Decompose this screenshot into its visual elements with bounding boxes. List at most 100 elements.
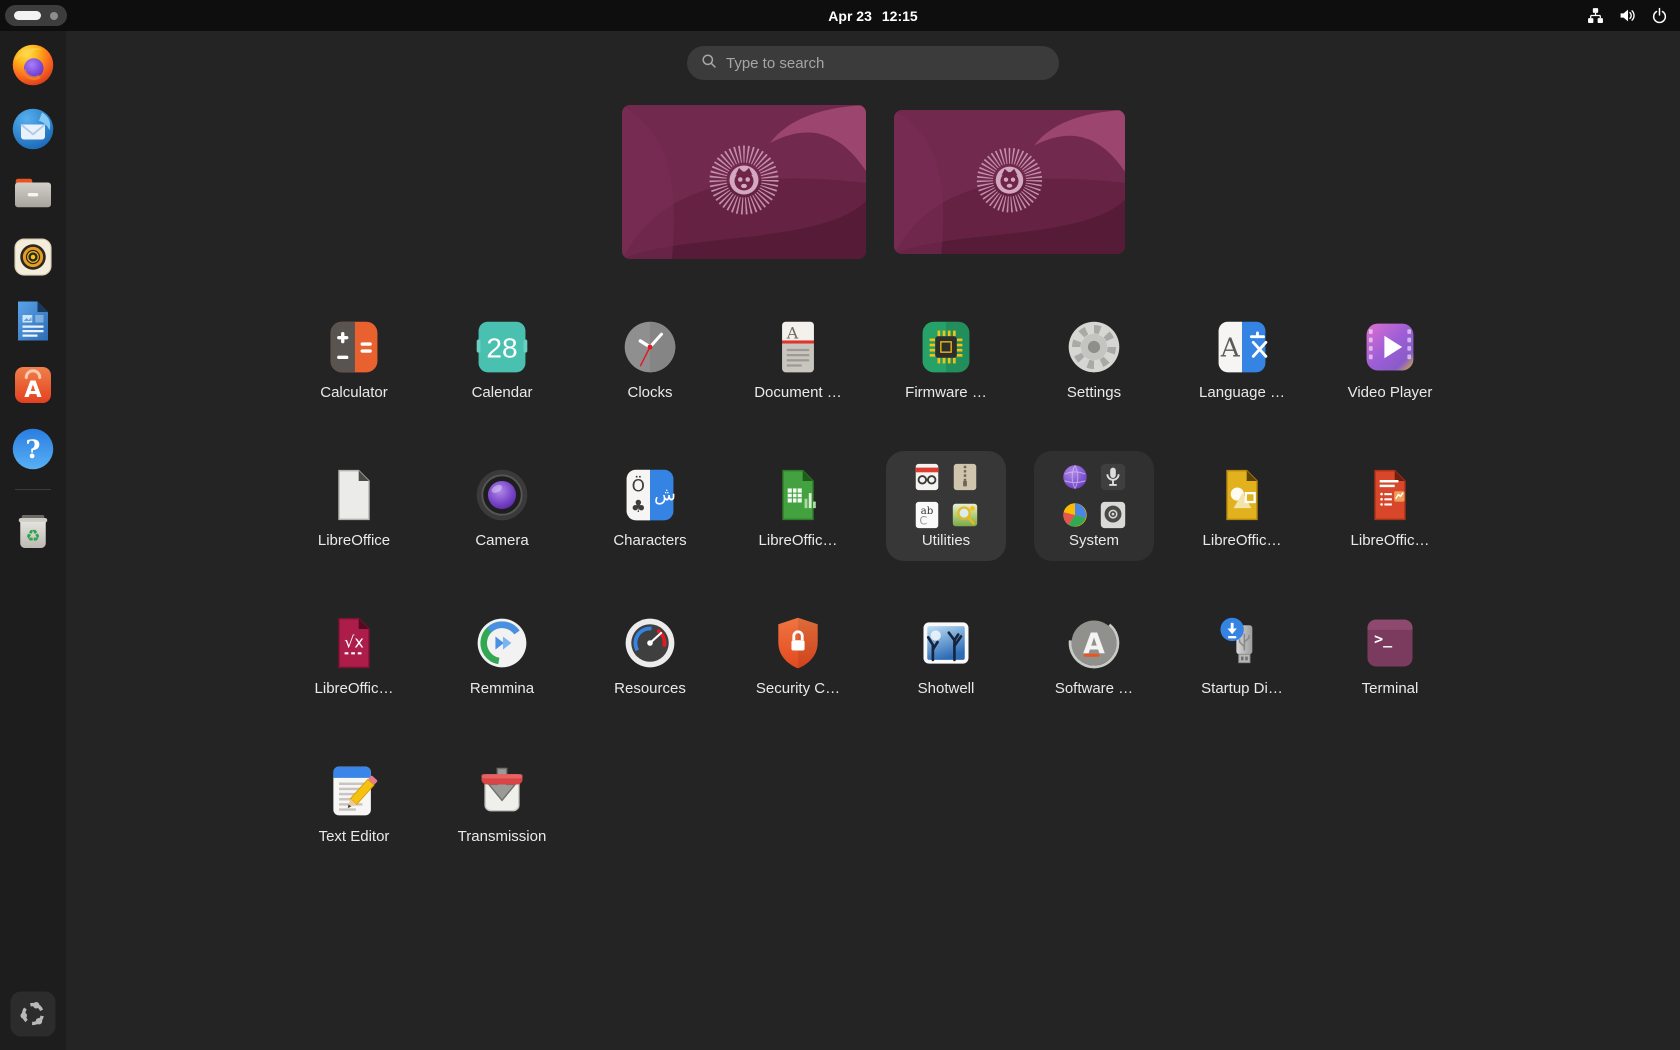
- app-software-updates[interactable]: A Software …: [1020, 599, 1168, 747]
- dock-item-files[interactable]: [9, 169, 57, 217]
- app-shotwell[interactable]: Shotwell: [872, 599, 1020, 747]
- document-scanner-icon: A: [768, 317, 828, 377]
- app-transmission[interactable]: Transmission: [428, 747, 576, 895]
- globe-mini-icon: [1060, 462, 1090, 492]
- dock-separator: [15, 489, 51, 490]
- app-settings[interactable]: Settings: [1020, 303, 1168, 451]
- wallpaper-numbat: [622, 105, 866, 259]
- libreoffice-writer-icon: [9, 297, 57, 345]
- characters-arabic: ش: [654, 485, 676, 506]
- show-apps-button[interactable]: [9, 990, 57, 1038]
- app-label: Settings: [1012, 384, 1176, 401]
- app-calculator[interactable]: Calculator: [280, 303, 428, 451]
- calculator-icon: [324, 317, 384, 377]
- fonts-mini-icon: ab C: [912, 500, 942, 530]
- clocks-icon: [620, 317, 680, 377]
- characters-club: ♣: [631, 496, 646, 516]
- dock-item-thunderbird[interactable]: [9, 105, 57, 153]
- clock-time: 12:15: [882, 8, 918, 24]
- app-security-center[interactable]: Security C…: [724, 599, 872, 747]
- archive-manager-mini-icon: [950, 462, 980, 492]
- app-language[interactable]: A Language …: [1168, 303, 1316, 451]
- help-icon: ?: [9, 425, 57, 473]
- dock-item-trash[interactable]: ♻: [9, 506, 57, 554]
- app-calendar[interactable]: 28 Calendar: [428, 303, 576, 451]
- app-grid: Calculator 28 Calendar Clocks: [280, 303, 1464, 895]
- gnome-activities-overview: Apr 23 12:15: [0, 0, 1680, 1050]
- resources-icon: [620, 613, 680, 673]
- clock[interactable]: Apr 23 12:15: [828, 0, 917, 31]
- app-libreoffice-calc[interactable]: LibreOffic…: [724, 451, 872, 599]
- firefox-icon: [9, 41, 57, 89]
- folder-preview-icons: [1060, 462, 1128, 530]
- app-libreoffice[interactable]: LibreOffice: [280, 451, 428, 599]
- app-label: LibreOffic…: [1308, 532, 1472, 549]
- app-clocks[interactable]: Clocks: [576, 303, 724, 451]
- app-label: System: [1012, 532, 1176, 549]
- app-characters[interactable]: Ö ♣ ش Characters: [576, 451, 724, 599]
- video-player-icon: [1360, 317, 1420, 377]
- app-label: Startup Di…: [1160, 680, 1324, 697]
- app-label: Transmission: [420, 828, 584, 845]
- terminal-icon: >_: [1360, 613, 1420, 673]
- system-status-area[interactable]: [1587, 0, 1668, 31]
- dock-item-libreoffice-writer[interactable]: [9, 297, 57, 345]
- software-updates-icon: A: [1064, 613, 1124, 673]
- app-text-editor[interactable]: Text Editor: [280, 747, 428, 895]
- workspace-indicator[interactable]: [5, 5, 67, 26]
- dock-item-firefox[interactable]: [9, 41, 57, 89]
- text-editor-icon: [324, 761, 384, 821]
- dock-item-help[interactable]: ?: [9, 425, 57, 473]
- workspace-thumbnail-1[interactable]: [622, 105, 866, 259]
- app-label: Resources: [568, 680, 732, 697]
- settings-icon: [1064, 317, 1124, 377]
- app-label: Firmware …: [864, 384, 1028, 401]
- app-startup-disk-creator[interactable]: Startup Di…: [1168, 599, 1316, 747]
- startup-disk-creator-icon: [1212, 613, 1272, 673]
- remmina-icon: [472, 613, 532, 673]
- app-libreoffice-impress[interactable]: LibreOffic…: [1168, 451, 1316, 599]
- rhythmbox-icon: [9, 233, 57, 281]
- camera-icon: [472, 465, 532, 525]
- app-label: LibreOffice: [272, 532, 436, 549]
- files-icon: [9, 169, 57, 217]
- show-apps-icon: [9, 990, 57, 1038]
- dock-item-rhythmbox[interactable]: [9, 233, 57, 281]
- app-label: Terminal: [1308, 680, 1472, 697]
- app-video-player[interactable]: Video Player: [1316, 303, 1464, 451]
- app-folder-utilities[interactable]: ab C Utilities: [872, 451, 1020, 599]
- help-question-mark: ?: [26, 435, 41, 465]
- app-libreoffice-draw[interactable]: LibreOffic…: [1316, 451, 1464, 599]
- app-libreoffice-math[interactable]: √x LibreOffic…: [280, 599, 428, 747]
- calendar-icon: 28: [472, 317, 532, 377]
- microphone-mini-icon: [1098, 462, 1128, 492]
- app-label: Language …: [1160, 384, 1324, 401]
- characters-umlaut: Ö: [632, 474, 645, 495]
- dock-item-app-center[interactable]: A: [9, 361, 57, 409]
- search-input[interactable]: Type to search: [687, 46, 1059, 80]
- app-label: Document …: [716, 384, 880, 401]
- app-remmina[interactable]: Remmina: [428, 599, 576, 747]
- language-letter-a: A: [1220, 333, 1241, 363]
- app-firmware[interactable]: Firmware …: [872, 303, 1020, 451]
- libreoffice-impress-icon: [1212, 465, 1272, 525]
- app-center-letter: A: [24, 377, 42, 403]
- folder-preview-icons: ab C: [912, 462, 980, 530]
- workspace-thumbnails: [66, 105, 1680, 259]
- app-resources[interactable]: Resources: [576, 599, 724, 747]
- active-workspace-pill: [14, 11, 41, 20]
- app-camera[interactable]: Camera: [428, 451, 576, 599]
- search-placeholder: Type to search: [726, 55, 824, 72]
- app-document-scanner[interactable]: A Document …: [724, 303, 872, 451]
- workspace-thumbnail-2[interactable]: [894, 110, 1125, 254]
- language-icon: A: [1212, 317, 1272, 377]
- shotwell-icon: [916, 613, 976, 673]
- network-wired-icon: [1587, 7, 1604, 24]
- clock-date: Apr 23: [828, 8, 872, 24]
- app-terminal[interactable]: >_ Terminal: [1316, 599, 1464, 747]
- scanner-letter: A: [786, 324, 799, 343]
- usage-pie-mini-icon: [1060, 500, 1090, 530]
- fonts-c-glyph: C: [919, 514, 927, 527]
- app-label: Calendar: [420, 384, 584, 401]
- app-folder-system[interactable]: System: [1020, 451, 1168, 599]
